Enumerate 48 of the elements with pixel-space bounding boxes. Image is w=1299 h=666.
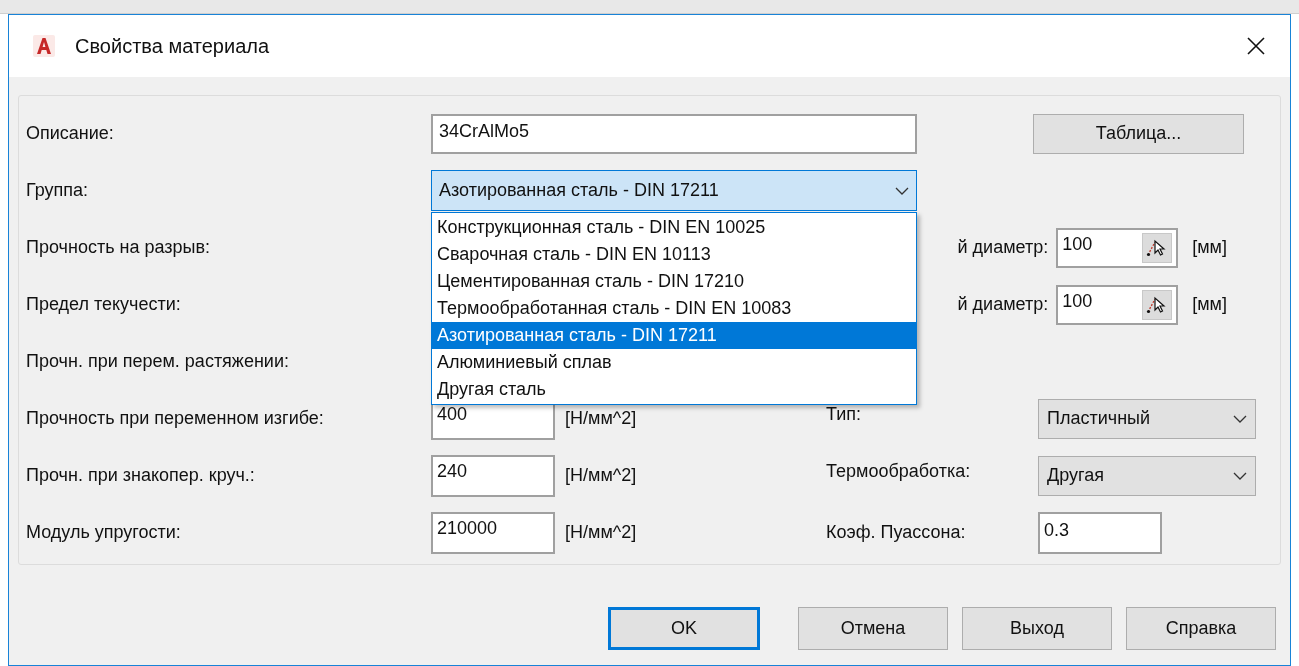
dropdown-option[interactable]: Азотированная сталь - DIN 17211 bbox=[432, 322, 916, 349]
chevron-down-icon bbox=[1233, 414, 1247, 423]
input-field[interactable]: 210000 bbox=[431, 511, 555, 554]
input-field[interactable]: 34CrAlMo5 bbox=[431, 113, 917, 154]
field-label: Прочн. при перем. растяжении: bbox=[26, 350, 290, 373]
input-field[interactable]: 0.3 bbox=[1038, 511, 1162, 554]
dropdown-option[interactable]: Конструкционная сталь - DIN EN 10025 bbox=[432, 214, 916, 241]
dropdown-option[interactable]: Термообработанная сталь - DIN EN 10083 bbox=[432, 295, 916, 322]
dropdown[interactable]: Азотированная сталь - DIN 17211 bbox=[431, 170, 917, 211]
dialog-button[interactable]: Отмена bbox=[798, 607, 948, 650]
app-logo-icon bbox=[33, 35, 55, 57]
unit-label: [мм] bbox=[1192, 293, 1227, 316]
dropdown-option[interactable]: Сварочная сталь - DIN EN 10113 bbox=[432, 241, 916, 268]
input-field[interactable]: 240 bbox=[431, 454, 555, 497]
dropdown[interactable]: Другая bbox=[1038, 455, 1256, 496]
field-label: Термообработка: bbox=[826, 460, 972, 483]
chevron-down-icon bbox=[895, 186, 909, 195]
field-label: Прочность при переменном изгибе: bbox=[26, 407, 325, 430]
field-label: й диаметр: bbox=[957, 236, 1049, 259]
field-label: Модуль упругости: bbox=[26, 521, 182, 544]
window-title: Свойства материала bbox=[75, 34, 270, 59]
dropdown-option[interactable]: Цементированная сталь - DIN 17210 bbox=[432, 268, 916, 295]
pick-button[interactable] bbox=[1142, 289, 1173, 320]
field-label: Прочность на разрыв: bbox=[26, 236, 212, 259]
dropdown-option[interactable]: Алюминиевый сплав bbox=[432, 349, 916, 376]
dimension-cursor-icon bbox=[1146, 294, 1169, 315]
dialog-button[interactable]: Справка bbox=[1126, 607, 1276, 650]
unit-label: [Н/мм^2] bbox=[565, 407, 637, 430]
field-label: Тип: bbox=[826, 403, 862, 426]
dialog-button[interactable]: Выход bbox=[962, 607, 1112, 650]
close-icon bbox=[1246, 36, 1266, 56]
field-label: й диаметр: bbox=[957, 293, 1049, 316]
diameter-field[interactable]: 100 bbox=[1056, 284, 1179, 325]
diameter-field[interactable]: 100 bbox=[1056, 227, 1179, 268]
field-label: Коэф. Пуассона: bbox=[826, 521, 967, 544]
chevron-down-icon bbox=[1233, 471, 1247, 480]
field-label: Прочн. при знакопер. круч.: bbox=[26, 464, 256, 487]
unit-label: [Н/мм^2] bbox=[565, 521, 637, 544]
field-label: Описание: bbox=[26, 122, 115, 145]
table-button[interactable]: Таблица... bbox=[1033, 113, 1244, 154]
field-label: Группа: bbox=[26, 179, 90, 202]
dialog-button[interactable]: OK bbox=[608, 607, 760, 650]
pick-button[interactable] bbox=[1142, 232, 1173, 263]
dimension-cursor-icon bbox=[1146, 237, 1169, 258]
unit-label: [Н/мм^2] bbox=[565, 464, 637, 487]
field-label: Предел текучести: bbox=[26, 293, 182, 316]
unit-label: [мм] bbox=[1192, 236, 1227, 259]
dropdown[interactable]: Пластичный bbox=[1038, 398, 1256, 439]
